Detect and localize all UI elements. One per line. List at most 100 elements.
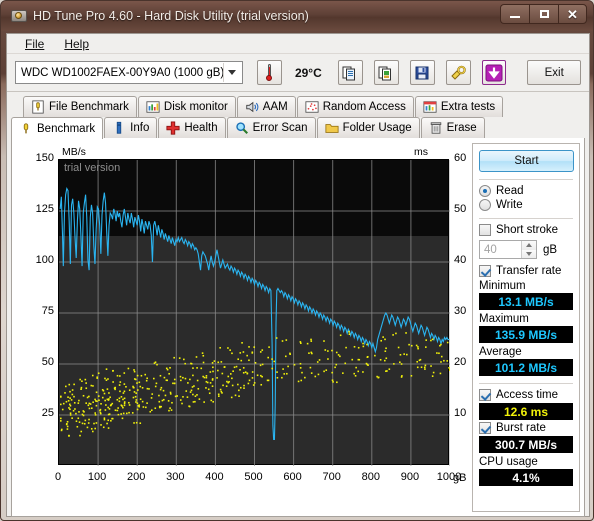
app-icon xyxy=(11,8,27,24)
short-stroke-size-row: 40 gB xyxy=(479,240,573,259)
copy-icon[interactable] xyxy=(337,60,363,85)
info-icon xyxy=(116,121,122,134)
short-stroke-stepper[interactable]: 40 xyxy=(479,240,537,259)
drive-select-value: WDC WD1002FAEX-00Y9A0 (1000 gB) xyxy=(21,66,223,79)
folder-icon xyxy=(325,124,339,133)
tab-file-benchmark-label: File Benchmark xyxy=(49,101,129,113)
extra-tests-icon xyxy=(423,101,437,113)
tab-aam[interactable]: AAM xyxy=(236,96,296,117)
tab-error-scan[interactable]: Error Scan xyxy=(226,117,316,138)
y-tick-left-100: 100 xyxy=(35,254,54,266)
tab-health-label: Health xyxy=(184,122,218,134)
tab-erase-label: Erase xyxy=(446,122,477,134)
copy-image-icon[interactable] xyxy=(373,60,399,85)
magnifier-icon xyxy=(235,122,248,134)
x-axis-unit: gB xyxy=(453,472,467,484)
x-tick-400: 400 xyxy=(205,471,224,483)
x-tick-800: 800 xyxy=(361,471,380,483)
tab-benchmark[interactable]: Benchmark xyxy=(11,117,104,139)
close-button[interactable]: ✕ xyxy=(558,4,587,24)
y-tick-left-75: 75 xyxy=(41,305,54,317)
chevron-down-icon[interactable] xyxy=(223,63,240,82)
title-bar: HD Tune Pro 4.60 - Hard Disk Utility (tr… xyxy=(1,1,593,31)
tab-strip: File Benchmark Disk monitor AAM Random A… xyxy=(7,92,589,139)
menu-help-label: Help xyxy=(64,36,90,51)
disk-monitor-icon xyxy=(146,101,160,113)
maximum-value: 135.9 MB/s xyxy=(479,326,573,343)
tab-disk-monitor[interactable]: Disk monitor xyxy=(137,96,236,117)
checkbox-burst-rate[interactable]: Burst rate xyxy=(479,422,573,434)
start-button[interactable]: Start xyxy=(479,150,574,172)
checkbox-short-stroke-indicator[interactable] xyxy=(479,224,491,236)
checkbox-access-time[interactable]: Access time xyxy=(479,389,573,401)
stepper-up-button[interactable] xyxy=(522,241,536,250)
y-tick-left-50: 50 xyxy=(41,356,54,368)
x-tick-100: 100 xyxy=(87,471,107,483)
speaker-icon xyxy=(246,101,259,113)
radio-read-label: Read xyxy=(496,185,524,197)
temperature-button[interactable] xyxy=(257,60,282,85)
tab-info[interactable]: Info xyxy=(104,117,158,138)
radio-write-indicator[interactable] xyxy=(479,199,491,211)
y-tick-left-25: 25 xyxy=(41,407,54,419)
x-tick-0: 0 xyxy=(54,471,62,483)
x-tick-600: 600 xyxy=(283,471,302,483)
checkbox-transfer-rate[interactable]: Transfer rate xyxy=(479,265,573,277)
tab-random-access-label: Random Access xyxy=(322,101,406,113)
x-tick-500: 500 xyxy=(244,471,263,483)
radio-write-label: Write xyxy=(496,199,523,211)
tab-aam-label: AAM xyxy=(262,101,288,113)
thermometer-icon xyxy=(266,64,273,81)
menu-item-file[interactable]: File xyxy=(15,35,54,53)
short-stroke-value: 40 xyxy=(484,243,497,256)
divider xyxy=(479,179,573,180)
stepper-buttons[interactable] xyxy=(521,241,536,258)
y-tick-left-125: 125 xyxy=(35,203,54,215)
checkbox-short-stroke-label: Short stroke xyxy=(496,224,558,236)
checkbox-burst-rate-label: Burst rate xyxy=(496,422,546,434)
tab-random-access[interactable]: Random Access xyxy=(296,96,414,117)
client-area: File Help WDC WD1002FAEX-00Y9A0 (1000 gB… xyxy=(6,33,590,517)
tab-folder-usage-label: Folder Usage xyxy=(342,122,412,134)
radio-read[interactable]: Read xyxy=(479,185,573,197)
menu-bar: File Help xyxy=(7,34,589,54)
checkbox-access-time-indicator[interactable] xyxy=(479,389,491,401)
benchmark-chart: MB/s ms trial version 150 125 100 75 50 25 60… xyxy=(12,138,467,517)
x-tick-700: 700 xyxy=(322,471,341,483)
exit-button[interactable]: Exit xyxy=(527,60,582,85)
tab-health[interactable]: Health xyxy=(158,117,226,138)
x-tick-900: 900 xyxy=(400,471,420,483)
tab-extra-tests[interactable]: Extra tests xyxy=(414,96,504,117)
y-axis-right-unit: ms xyxy=(414,146,428,158)
download-icon[interactable] xyxy=(481,60,507,85)
benchmark-controls: Start Read Write Short stroke 40 gB Tran… xyxy=(472,143,580,512)
chart-svg xyxy=(59,160,450,466)
cpu-usage-label: CPU usage xyxy=(479,456,538,468)
health-cross-icon xyxy=(166,121,180,135)
minimize-button[interactable] xyxy=(500,4,529,24)
tab-erase[interactable]: Erase xyxy=(420,117,485,138)
checkbox-transfer-rate-indicator[interactable] xyxy=(479,265,491,277)
drive-select[interactable]: WDC WD1002FAEX-00Y9A0 (1000 gB) xyxy=(15,61,243,84)
tab-file-benchmark[interactable]: File Benchmark xyxy=(23,96,137,117)
checkbox-burst-rate-indicator[interactable] xyxy=(479,422,491,434)
checkbox-short-stroke[interactable]: Short stroke xyxy=(479,224,573,236)
stepper-down-button[interactable] xyxy=(522,249,536,258)
average-value: 101.2 MB/s xyxy=(479,359,573,376)
benchmark-icon xyxy=(23,122,29,133)
x-tick-200: 200 xyxy=(127,471,146,483)
maximize-button[interactable] xyxy=(529,4,558,24)
y-axis-left-unit: MB/s xyxy=(62,146,86,158)
menu-item-help[interactable]: Help xyxy=(54,35,99,53)
save-icon[interactable] xyxy=(409,60,435,85)
radio-read-indicator[interactable] xyxy=(479,185,491,197)
tab-error-scan-label: Error Scan xyxy=(252,122,308,134)
tab-folder-usage[interactable]: Folder Usage xyxy=(316,117,420,138)
menu-file-label: File xyxy=(25,36,45,51)
radio-write[interactable]: Write xyxy=(479,199,573,211)
tab-disk-monitor-label: Disk monitor xyxy=(163,101,228,113)
checkbox-access-time-label: Access time xyxy=(496,389,558,401)
checkbox-transfer-rate-label: Transfer rate xyxy=(496,265,562,277)
options-icon[interactable] xyxy=(445,60,471,85)
start-button-label: Start xyxy=(514,155,539,167)
